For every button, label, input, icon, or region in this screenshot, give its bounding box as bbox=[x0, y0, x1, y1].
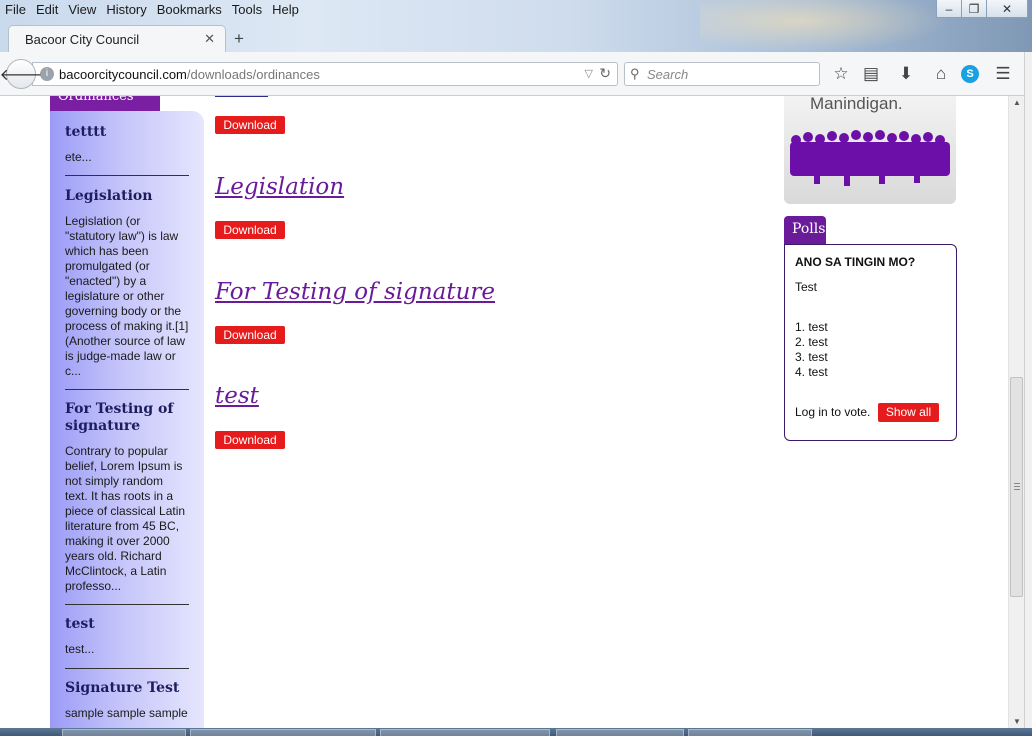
navigation-toolbar: i bacoorcitycouncil.com/downloads/ordina… bbox=[0, 52, 1032, 96]
taskbar-item[interactable] bbox=[688, 729, 812, 736]
back-arrow-icon: 🡐 bbox=[0, 66, 43, 84]
sidebar-item-text: test... bbox=[65, 642, 95, 656]
sidebar-item-title[interactable]: test bbox=[65, 616, 189, 633]
search-input[interactable]: ⚲ Search bbox=[624, 62, 820, 86]
poll-question: ANO SA TINGIN MO? bbox=[795, 255, 916, 269]
menu-file[interactable]: File bbox=[0, 0, 31, 20]
show-all-button[interactable]: Show all bbox=[878, 403, 939, 422]
url-domain: bacoorcitycouncil.com bbox=[59, 67, 187, 82]
sidebar-item-title[interactable]: For Testing of signature bbox=[65, 401, 189, 435]
menu-icon[interactable]: ☰ bbox=[992, 64, 1014, 84]
sidebar-item-title[interactable]: Legislation bbox=[65, 188, 189, 205]
tab-close-icon[interactable]: ✕ bbox=[204, 31, 215, 47]
sidebar-item-text: sample sample sample bbox=[65, 706, 188, 720]
sidebar-item-text: ete... bbox=[65, 150, 92, 164]
menu-bookmarks[interactable]: Bookmarks bbox=[152, 0, 227, 20]
sidebar-item[interactable]: Legislation Legislation (or "statutory l… bbox=[65, 188, 189, 379]
new-tab-icon[interactable]: + bbox=[234, 29, 244, 49]
scroll-down-arrow-icon[interactable]: ▼ bbox=[1013, 717, 1021, 726]
back-button[interactable]: 🡐 bbox=[0, 59, 42, 89]
poll-option: 2. test bbox=[795, 335, 828, 349]
restore-button[interactable]: ❐ bbox=[961, 0, 987, 18]
menu-bar: File Edit View History Bookmarks Tools H… bbox=[0, 0, 304, 20]
menu-view[interactable]: View bbox=[63, 0, 101, 20]
divider bbox=[65, 389, 189, 390]
titlebar-glow bbox=[700, 0, 950, 52]
tab-title: Bacoor City Council bbox=[25, 32, 140, 47]
sidebar-item[interactable]: Signature Test sample sample sample bbox=[65, 680, 189, 721]
ordinances-sidebar: tetttt ete... Legislation Legislation (o… bbox=[50, 111, 204, 728]
tab-bacoor-city-council[interactable]: Bacoor City Council ✕ bbox=[8, 25, 226, 53]
reload-icon[interactable]: ↻ bbox=[599, 65, 611, 82]
windows-taskbar bbox=[0, 728, 1032, 736]
menu-history[interactable]: History bbox=[101, 0, 151, 20]
sidebar-item[interactable]: test test... bbox=[65, 616, 189, 657]
ordinance-title-link[interactable]: test bbox=[215, 383, 259, 409]
taskbar-item[interactable] bbox=[556, 729, 684, 736]
download-button[interactable]: Download bbox=[215, 221, 285, 239]
page-scrollbar[interactable]: ▲ ▼ bbox=[1008, 96, 1024, 728]
ordinance-title-link[interactable]: Legislation bbox=[215, 174, 344, 200]
poll-login-text: Log in to vote. bbox=[795, 405, 871, 419]
poll-description: Test bbox=[795, 280, 818, 294]
divider bbox=[65, 668, 189, 669]
window-controls: – ❐ ✕ bbox=[936, 0, 1028, 18]
divider bbox=[65, 604, 189, 605]
previous-entry-title-clipped[interactable] bbox=[215, 96, 268, 97]
poll-option: 3. test bbox=[795, 350, 828, 364]
bookmark-star-icon[interactable]: ☆ bbox=[830, 64, 852, 84]
taskbar-item[interactable] bbox=[62, 729, 186, 736]
ordinance-title-link[interactable]: For Testing of signature bbox=[215, 279, 495, 305]
window-titlebar: File Edit View History Bookmarks Tools H… bbox=[0, 0, 1032, 53]
close-window-button[interactable]: ✕ bbox=[986, 0, 1028, 18]
promo-banner[interactable]: Manindigan. bbox=[784, 96, 956, 204]
search-placeholder: Search bbox=[647, 67, 689, 82]
sidebar-item[interactable]: For Testing of signature Contrary to pop… bbox=[65, 401, 189, 594]
sidebar-item-title[interactable]: Signature Test bbox=[65, 680, 189, 697]
divider bbox=[65, 175, 189, 176]
sidebar-item-text: Legislation (or "statutory law") is law … bbox=[65, 214, 189, 378]
scrollbar-thumb[interactable] bbox=[1010, 377, 1023, 597]
poll-option: 4. test bbox=[795, 365, 828, 379]
taskbar-item[interactable] bbox=[380, 729, 550, 736]
crowd-silhouette-image bbox=[790, 130, 950, 186]
url-dropdown-icon[interactable]: ▽ bbox=[585, 67, 593, 80]
menu-edit[interactable]: Edit bbox=[31, 0, 63, 20]
scrollbar-grip-icon bbox=[1014, 483, 1020, 490]
sidebar-item-text: Contrary to popular belief, Lorem Ipsum … bbox=[65, 444, 186, 593]
taskbar-item[interactable] bbox=[190, 729, 376, 736]
download-button[interactable]: Download bbox=[215, 431, 285, 449]
polls-tab: Polls bbox=[784, 216, 826, 244]
url-path: /downloads/ordinances bbox=[186, 67, 320, 82]
download-icon[interactable]: ⬇ bbox=[895, 64, 917, 84]
reading-list-icon[interactable]: ▤ bbox=[860, 64, 882, 84]
skype-icon[interactable]: S bbox=[961, 65, 979, 83]
scroll-up-arrow-icon[interactable]: ▲ bbox=[1013, 98, 1021, 107]
polls-widget: ANO SA TINGIN MO? Test 1. test 2. test 3… bbox=[784, 244, 957, 441]
sidebar-item-title[interactable]: tetttt bbox=[65, 124, 189, 141]
menu-help[interactable]: Help bbox=[267, 0, 304, 20]
download-button[interactable]: Download bbox=[215, 116, 285, 134]
screen: File Edit View History Bookmarks Tools H… bbox=[0, 0, 1032, 736]
address-bar[interactable]: i bacoorcitycouncil.com/downloads/ordina… bbox=[32, 62, 618, 86]
sidebar-heading: Ordinances bbox=[50, 96, 160, 111]
web-page: tetttt ete... Legislation Legislation (o… bbox=[0, 96, 1008, 728]
search-icon: ⚲ bbox=[630, 66, 640, 81]
url-text: bacoorcitycouncil.com/downloads/ordinanc… bbox=[59, 67, 320, 82]
poll-option: 1. test bbox=[795, 320, 828, 334]
home-icon[interactable]: ⌂ bbox=[930, 64, 952, 84]
menu-tools[interactable]: Tools bbox=[227, 0, 267, 20]
download-button[interactable]: Download bbox=[215, 326, 285, 344]
minimize-button[interactable]: – bbox=[936, 0, 962, 18]
adjacent-window-edge bbox=[1024, 52, 1032, 736]
sidebar-item[interactable]: tetttt ete... bbox=[65, 124, 189, 165]
